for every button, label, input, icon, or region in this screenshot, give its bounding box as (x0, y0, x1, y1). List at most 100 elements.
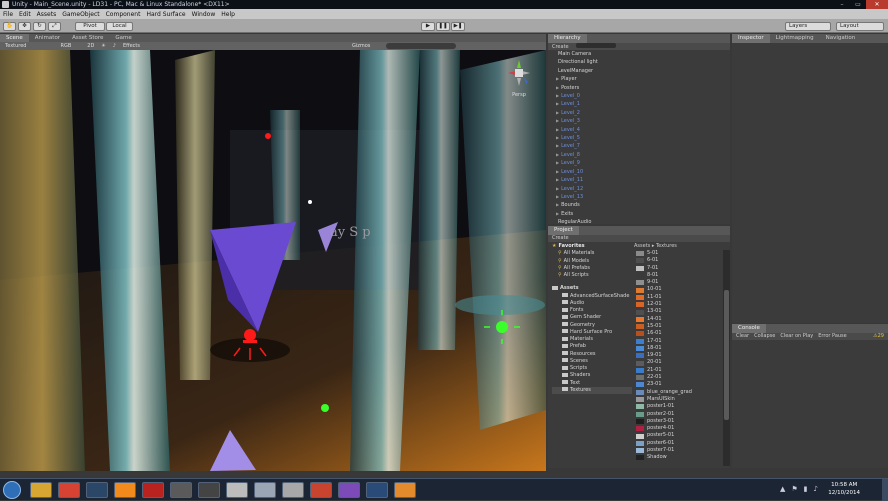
lighting-toggle-icon[interactable]: ☀ (101, 43, 105, 49)
asset-folder[interactable]: Scripts (552, 365, 632, 372)
hierarchy-item[interactable]: Directional light (548, 58, 730, 66)
scene-view[interactable]: ay S p Persp (0, 50, 546, 471)
start-button[interactable] (3, 481, 21, 499)
asset-file[interactable]: 20-01 (634, 359, 722, 366)
asset-folder[interactable]: Text (552, 380, 632, 387)
hierarchy-item[interactable]: ▶ Level_12 (548, 185, 730, 193)
asset-folder[interactable]: Fonts (552, 307, 632, 314)
asset-file[interactable]: 5-01 (634, 250, 722, 257)
hierarchy-item[interactable]: ▶ Level_1 (548, 100, 730, 108)
expand-arrow-icon[interactable]: ▶ (556, 93, 559, 98)
expand-arrow-icon[interactable]: ▶ (556, 127, 559, 132)
asset-file[interactable]: 13-01 (634, 308, 722, 315)
network-icon[interactable]: ▮ (804, 485, 808, 493)
asset-file[interactable]: MarsUISkin (634, 396, 722, 403)
expand-arrow-icon[interactable]: ▶ (556, 101, 559, 106)
asset-file[interactable]: poster5-01 (634, 432, 722, 439)
project-scrollbar[interactable] (723, 250, 730, 466)
expand-arrow-icon[interactable]: ▶ (556, 186, 559, 191)
hierarchy-search-input[interactable] (576, 43, 617, 48)
asset-file[interactable]: 8-01 (634, 272, 722, 279)
favorites-all-materials[interactable]: ⚲ All Materials (548, 250, 632, 257)
hierarchy-item[interactable]: ▶ Exits (548, 210, 730, 218)
asset-folder[interactable]: Materials (552, 336, 632, 343)
menu-gameobject[interactable]: GameObject (62, 11, 99, 18)
asset-file[interactable]: poster6-01 (634, 440, 722, 447)
asset-file[interactable]: 21-01 (634, 367, 722, 374)
tray-arrow-icon[interactable]: ▲ (780, 485, 785, 493)
expand-arrow-icon[interactable]: ▶ (556, 152, 559, 157)
hierarchy-item[interactable]: ▶ Level_11 (548, 176, 730, 184)
layout-dropdown[interactable]: Layout (836, 22, 884, 31)
asset-file[interactable]: 15-01 (634, 323, 722, 330)
expand-arrow-icon[interactable]: ▶ (556, 202, 559, 207)
expand-arrow-icon[interactable]: ▶ (556, 169, 559, 174)
console-collapse-button[interactable]: Collapse (754, 333, 775, 340)
favorites-all-prefabs[interactable]: ⚲ All Prefabs (548, 265, 632, 272)
system-clock[interactable]: 10:58 AM 12/10/2014 (828, 481, 860, 497)
expand-arrow-icon[interactable]: ▶ (556, 85, 559, 90)
expand-arrow-icon[interactable]: ▶ (556, 110, 559, 115)
hierarchy-item[interactable]: ▶ Bounds (548, 201, 730, 209)
expand-arrow-icon[interactable]: ▶ (556, 160, 559, 165)
menu-help[interactable]: Help (221, 11, 235, 18)
menu-hard-surface[interactable]: Hard Surface (146, 11, 185, 18)
asset-file[interactable]: Shadow (634, 454, 722, 461)
hierarchy-item[interactable]: ▶ Level_9 (548, 159, 730, 167)
vlc-icon[interactable] (114, 482, 136, 498)
asset-folder[interactable]: Hard Surface Pro (552, 329, 632, 336)
2d-toggle[interactable]: 2D (87, 43, 94, 49)
favorites-all-scripts[interactable]: ⚲ All Scripts (548, 272, 632, 279)
asset-file[interactable]: poster4-01 (634, 425, 722, 432)
asset-file[interactable]: blue_orange_grad (634, 389, 722, 396)
asset-file[interactable]: poster1-01 (634, 403, 722, 410)
play-button[interactable]: ▶ (421, 22, 435, 31)
hierarchy-item[interactable]: LevelManager (548, 67, 730, 75)
render-mode-dropdown[interactable]: RGB (60, 43, 71, 49)
project-create-button[interactable]: Create (552, 235, 569, 241)
steam-icon[interactable] (86, 482, 108, 498)
filezilla-icon[interactable] (142, 482, 164, 498)
asset-folder[interactable]: Resources (552, 351, 632, 358)
hierarchy-item[interactable]: ▶ Level_4 (548, 126, 730, 134)
hierarchy-item[interactable]: ▶ Level_3 (548, 117, 730, 125)
hierarchy-item[interactable]: ▶ Level_5 (548, 134, 730, 142)
tab-project[interactable]: Project (548, 226, 579, 235)
asset-folder[interactable]: Prefab (552, 343, 632, 350)
chrome-icon[interactable] (58, 482, 80, 498)
step-button[interactable]: ▶❚ (451, 22, 465, 31)
asset-file[interactable]: 11-01 (634, 294, 722, 301)
asset-folder[interactable]: AdvancedSurfaceShade (552, 293, 632, 300)
asset-file[interactable]: 9-01 (634, 279, 722, 286)
sublime-icon[interactable] (394, 482, 416, 498)
unity-icon[interactable] (170, 482, 192, 498)
hierarchy-item[interactable]: ▶ Level_7 (548, 142, 730, 150)
asset-file[interactable]: poster3-01 (634, 418, 722, 425)
asset-folder[interactable]: Shaders (552, 372, 632, 379)
menu-edit[interactable]: Edit (19, 11, 31, 18)
menu-file[interactable]: File (3, 11, 13, 18)
hierarchy-item[interactable]: ▶ Level_13 (548, 193, 730, 201)
minimize-button[interactable]: – (834, 0, 850, 9)
cow-icon[interactable] (282, 482, 304, 498)
expand-arrow-icon[interactable]: ▶ (556, 118, 559, 123)
assets-root[interactable]: Assets (548, 285, 632, 292)
asset-folder[interactable]: Audio (552, 300, 632, 307)
asset-file[interactable]: 14-01 (634, 316, 722, 323)
expand-arrow-icon[interactable]: ▶ (556, 135, 559, 140)
audio-toggle-icon[interactable]: ♪ (113, 43, 116, 49)
hierarchy-item[interactable]: ▶ Player (548, 75, 730, 83)
explorer-icon[interactable] (30, 482, 52, 498)
console-clear-on-play-button[interactable]: Clear on Play (780, 333, 813, 340)
favorites-header[interactable]: ★ Favorites (548, 243, 632, 250)
shading-dropdown[interactable]: Textured (5, 43, 26, 49)
favorites-all-models[interactable]: ⚲ All Models (548, 258, 632, 265)
expand-arrow-icon[interactable]: ▶ (556, 76, 559, 81)
expand-arrow-icon[interactable]: ▶ (556, 177, 559, 182)
local-button[interactable]: Local (106, 22, 133, 31)
tab-navigation[interactable]: Navigation (820, 34, 862, 43)
expand-arrow-icon[interactable]: ▶ (556, 211, 559, 216)
menu-component[interactable]: Component (106, 11, 141, 18)
tab-lightmapping[interactable]: Lightmapping (770, 34, 820, 43)
asset-folder[interactable]: Gem Shader (552, 314, 632, 321)
